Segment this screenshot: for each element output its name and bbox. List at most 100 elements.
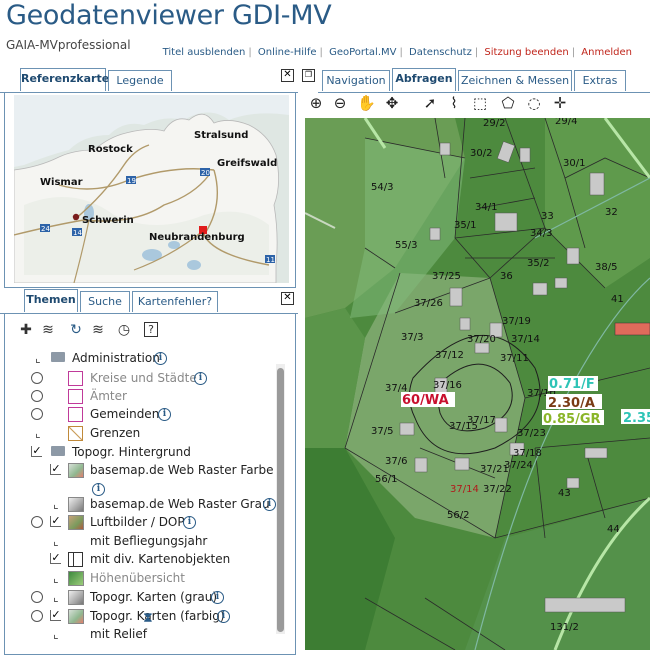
close-icon[interactable]: ✕ (281, 292, 294, 305)
tab-kartenfehler[interactable]: Kartenfehler? (132, 291, 218, 312)
polygon-icon (68, 407, 83, 422)
folder-icon (51, 352, 65, 362)
add-icon[interactable]: ✚ (18, 322, 34, 338)
tab-zeichnen-messen[interactable]: Zeichnen & Messen (458, 70, 572, 91)
tab-extras[interactable]: Extras (574, 70, 626, 91)
pan-hand-icon[interactable]: ✋ (357, 94, 376, 112)
svg-text:30/1: 30/1 (563, 158, 585, 169)
svg-text:2.35: 2.35 (623, 411, 650, 426)
tab-navigation[interactable]: Navigation (322, 70, 390, 91)
svg-text:37/5: 37/5 (371, 426, 393, 437)
layers-stack-icon[interactable]: ≋ (90, 322, 106, 338)
tree-scrollbar-thumb[interactable] (277, 368, 284, 632)
maximize-icon[interactable]: ❐ (302, 69, 315, 82)
radio[interactable] (31, 372, 43, 384)
checkbox[interactable]: ✓ (50, 609, 61, 621)
radio[interactable] (31, 390, 43, 402)
city-wismar: Wismar (40, 177, 83, 188)
left-top-tabbar: Referenzkarte Legende (0, 68, 298, 93)
right-tabbar: Navigation Abfragen Zeichnen & Messen Ex… (318, 68, 650, 93)
select-polygon-icon[interactable]: ⬠ (499, 94, 517, 112)
svg-text:37/19: 37/19 (502, 316, 531, 327)
folder-icon (51, 446, 65, 456)
radio[interactable] (31, 610, 43, 622)
svg-text:35/1: 35/1 (454, 220, 476, 231)
checkbox[interactable]: ✓ (50, 552, 61, 564)
polygon-icon (68, 389, 83, 404)
svg-text:44: 44 (607, 524, 620, 535)
info-icon[interactable]: i (154, 352, 167, 365)
info-icon[interactable]: i (211, 591, 224, 604)
help-icon[interactable]: ? (144, 322, 158, 337)
zoom-out-icon[interactable]: ⊖ (331, 94, 349, 112)
svg-text:0.85/GR: 0.85/GR (543, 412, 601, 427)
zoom-in-icon[interactable]: ⊕ (307, 94, 325, 112)
select-polygon-info-icon[interactable]: ⌇ (445, 94, 463, 112)
svg-text:24: 24 (41, 225, 50, 233)
tab-legende[interactable]: Legende (108, 70, 172, 91)
checkbox[interactable]: ✓ (31, 445, 42, 457)
link-online-hilfe[interactable]: Online-Hilfe (258, 47, 317, 58)
reference-map[interactable]: Rostock Stralsund Greifswald Wismar Schw… (14, 95, 289, 283)
info-pointer-icon[interactable]: ➚ (421, 94, 439, 112)
layer-icon (68, 497, 84, 512)
tab-suche[interactable]: Suche (80, 291, 130, 312)
point-info-icon[interactable]: ✛ (551, 94, 569, 112)
svg-text:32: 32 (605, 207, 618, 218)
svg-text:37/15: 37/15 (449, 421, 478, 432)
select-rectangle-icon[interactable]: ⬚ (471, 94, 489, 112)
app-title: Geodatenviewer GDI-MV (6, 0, 332, 31)
city-rostock: Rostock (88, 144, 133, 155)
layers-icon[interactable]: ≋ (40, 322, 56, 338)
svg-text:37/24: 37/24 (504, 460, 533, 471)
svg-text:37/25: 37/25 (432, 271, 461, 282)
aerial-icon (68, 515, 84, 530)
info-icon[interactable]: i (217, 610, 230, 623)
refresh-icon[interactable]: ↻ (68, 322, 84, 338)
move-icon[interactable]: ✥ (383, 94, 401, 112)
svg-text:38/5: 38/5 (595, 262, 617, 273)
tab-themen[interactable]: Themen (24, 289, 78, 312)
svg-text:37/20: 37/20 (467, 334, 496, 345)
link-geoportal[interactable]: GeoPortal.MV (329, 47, 396, 58)
svg-text:37/18: 37/18 (513, 448, 542, 459)
svg-text:29/4: 29/4 (555, 118, 577, 127)
select-circle-icon[interactable]: ◌ (525, 94, 543, 112)
svg-text:56/1: 56/1 (375, 474, 397, 485)
svg-text:30/2: 30/2 (470, 148, 492, 159)
info-icon[interactable]: i (263, 498, 276, 511)
svg-text:54/3: 54/3 (371, 182, 393, 193)
link-anmelden[interactable]: Anmelden (581, 47, 632, 58)
city-greifswald: Greifswald (217, 158, 277, 169)
svg-text:55/3: 55/3 (395, 240, 417, 251)
city-schwerin: Schwerin (82, 215, 134, 226)
link-titel-ausblenden[interactable]: Titel ausblenden (163, 47, 246, 58)
info-icon[interactable]: i (194, 372, 207, 385)
link-datenschutz[interactable]: Datenschutz (409, 47, 472, 58)
radio[interactable] (31, 516, 43, 528)
svg-text:35/2: 35/2 (527, 258, 549, 269)
clock-icon[interactable]: ◷ (116, 322, 132, 338)
tab-referenzkarte[interactable]: Referenzkarte (20, 68, 109, 91)
svg-text:33: 33 (541, 211, 554, 222)
svg-text:37/14: 37/14 (450, 484, 479, 495)
radio[interactable] (31, 591, 43, 603)
svg-text:37/6: 37/6 (385, 456, 407, 467)
svg-text:43: 43 (558, 488, 571, 499)
link-sitzung-beenden[interactable]: Sitzung beenden (484, 47, 568, 58)
info-icon[interactable]: i (183, 516, 196, 529)
checkbox[interactable]: ✓ (50, 515, 61, 527)
city-stralsund: Stralsund (194, 130, 248, 141)
info-icon[interactable]: i (158, 408, 171, 421)
main-map[interactable]: 29/2 29/4 30/2 30/1 54/3 34/1 33 32 35/1… (305, 118, 650, 650)
svg-text:37/23: 37/23 (517, 428, 546, 439)
polygon-icon (68, 371, 83, 386)
radio[interactable] (31, 408, 43, 420)
layer-icon (68, 590, 84, 605)
checkbox[interactable]: ✓ (50, 463, 61, 475)
tab-abfragen[interactable]: Abfragen (392, 68, 456, 91)
svg-text:14: 14 (73, 229, 82, 237)
layer-icon (68, 463, 84, 478)
city-neubrandenburg: Neubrandenburg (149, 232, 245, 243)
close-icon[interactable]: ✕ (281, 69, 294, 82)
